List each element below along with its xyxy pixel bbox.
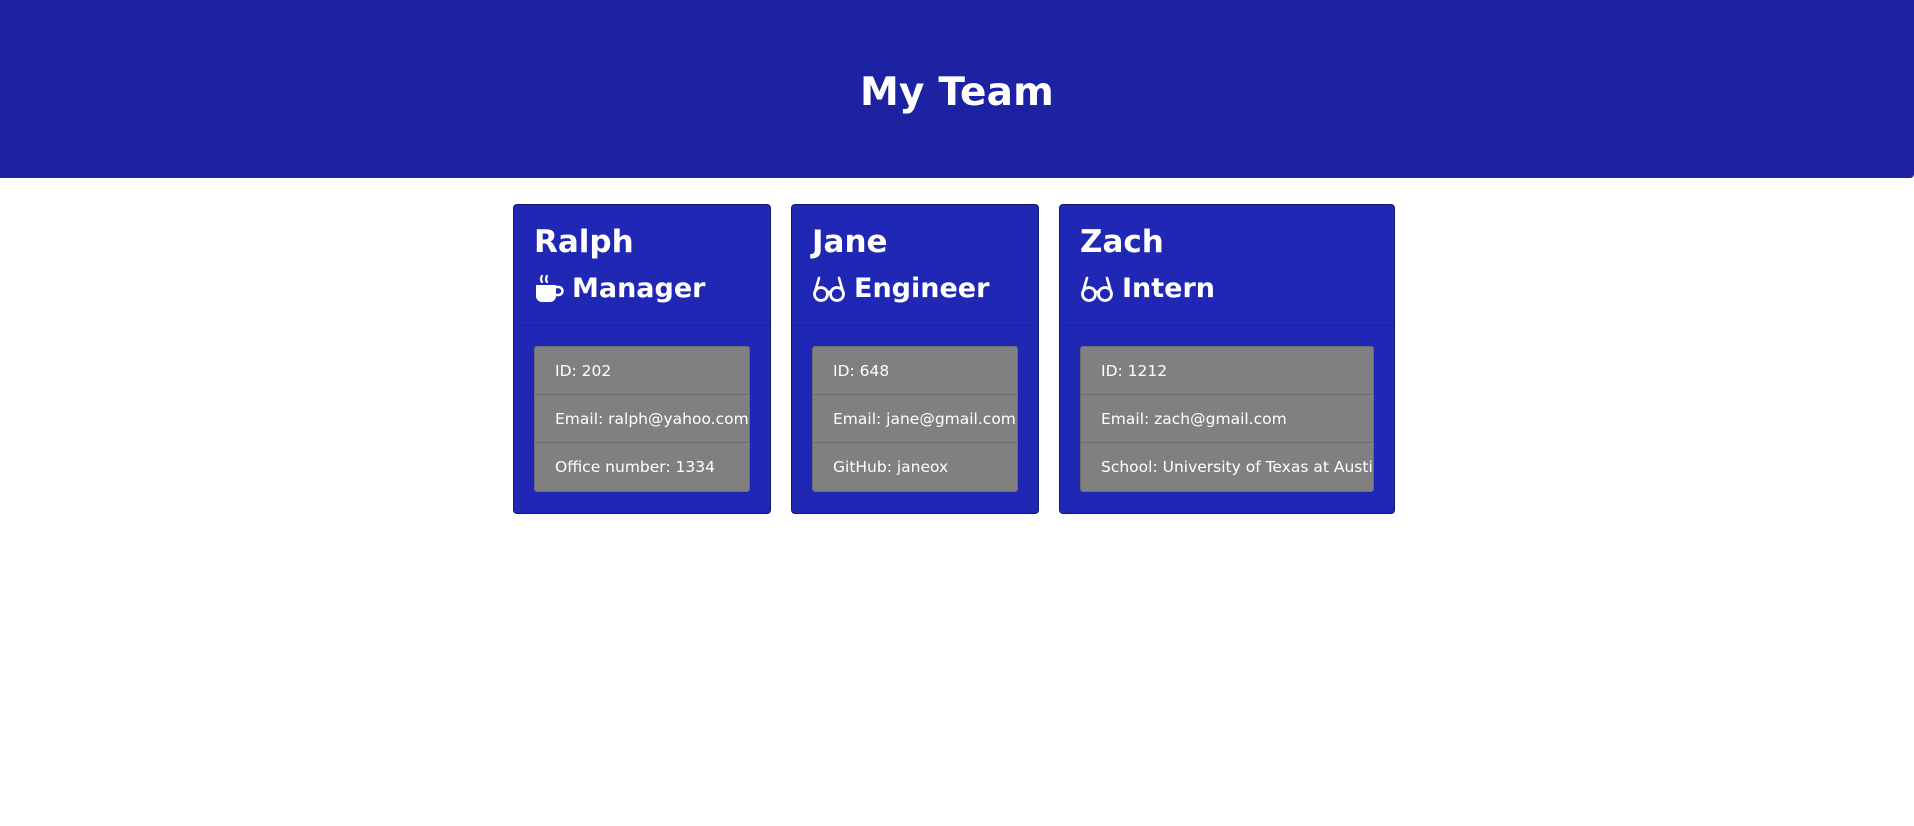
glasses-icon — [1080, 274, 1114, 304]
team-card-manager: Ralph Manager ID: 202 Email: ralph@yahoo… — [513, 204, 771, 514]
employee-name: Ralph — [534, 224, 634, 260]
employee-id: ID: 1212 — [1081, 347, 1373, 395]
card-header: Zach Intern — [1060, 205, 1394, 326]
card-body: ID: 1212 Email: zach@gmail.com School: U… — [1060, 326, 1394, 492]
employee-office-number: Office number: 1334 — [535, 443, 749, 491]
card-header: Jane Engineer — [792, 205, 1038, 326]
card-body: ID: 202 Email: ralph@yahoo.com Office nu… — [514, 326, 770, 492]
glasses-icon — [812, 274, 846, 304]
details-list: ID: 1212 Email: zach@gmail.com School: U… — [1080, 346, 1374, 492]
employee-id: ID: 202 — [535, 347, 749, 395]
employee-role: Engineer — [812, 267, 1018, 311]
employee-school: School: University of Texas at Austin — [1081, 443, 1373, 491]
employee-name: Zach — [1080, 224, 1164, 260]
team-card-engineer: Jane Engineer ID: 648 Email: jane@gmail.… — [791, 204, 1039, 514]
employee-role: Intern — [1080, 267, 1374, 311]
role-label: Engineer — [854, 273, 990, 304]
header-banner: My Team — [0, 0, 1914, 178]
card-body: ID: 648 Email: jane@gmail.com GitHub: ja… — [792, 326, 1038, 492]
employee-name: Jane — [812, 224, 888, 260]
role-label: Manager — [572, 273, 706, 304]
role-label: Intern — [1122, 273, 1216, 304]
card-header: Ralph Manager — [514, 205, 770, 326]
employee-id: ID: 648 — [813, 347, 1017, 395]
employee-github: GitHub: janeox — [813, 443, 1017, 491]
employee-email: Email: ralph@yahoo.com — [535, 395, 749, 443]
coffee-mug-icon — [534, 274, 564, 304]
page-title: My Team — [859, 69, 1055, 115]
employee-role: Manager — [534, 267, 750, 311]
employee-email: Email: zach@gmail.com — [1081, 395, 1373, 443]
details-list: ID: 648 Email: jane@gmail.com GitHub: ja… — [812, 346, 1018, 492]
details-list: ID: 202 Email: ralph@yahoo.com Office nu… — [534, 346, 750, 492]
team-card-intern: Zach Intern ID: 1212 Email: zach@gmail.c… — [1059, 204, 1395, 514]
employee-email: Email: jane@gmail.com — [813, 395, 1017, 443]
